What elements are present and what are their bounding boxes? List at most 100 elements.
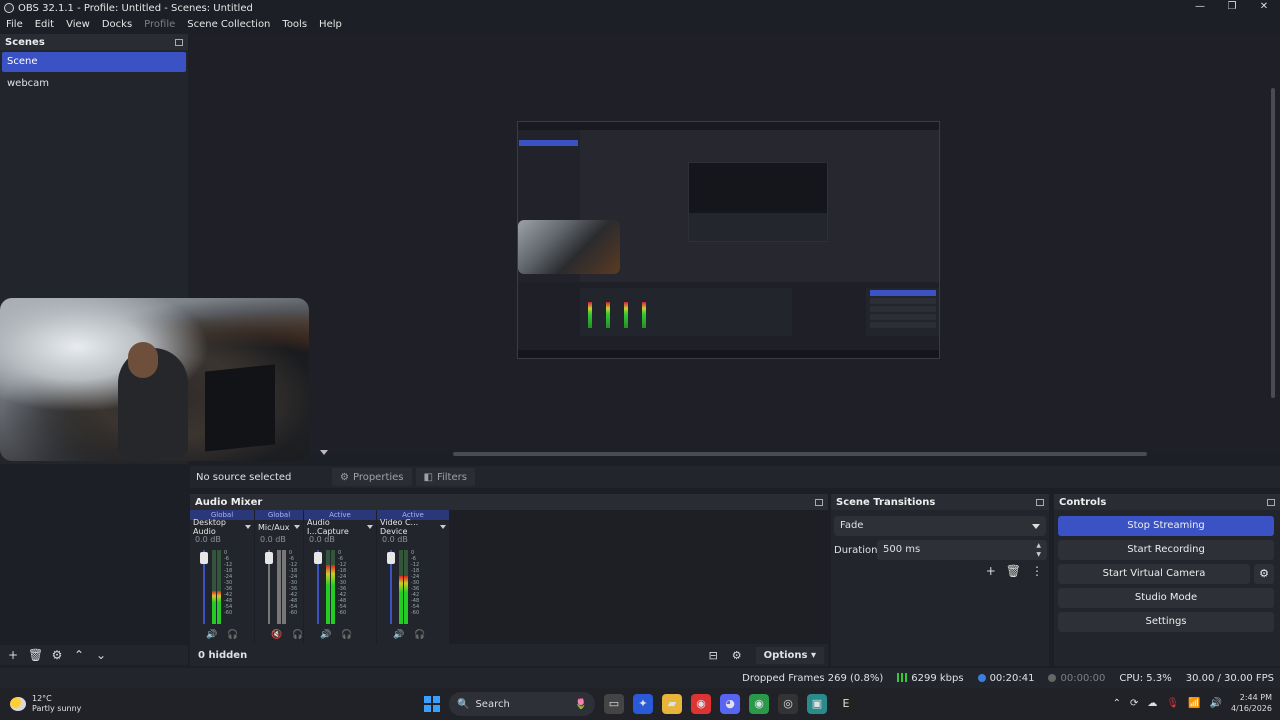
transition-select[interactable]: Fade <box>834 516 1046 536</box>
start-recording-button[interactable]: Start Recording <box>1058 540 1274 560</box>
filter-icon: ◧ <box>423 471 433 483</box>
menu-file[interactable]: File <box>0 19 29 30</box>
taskbar-search[interactable]: 🔍 Search 🌷 <box>449 692 595 716</box>
menu-profile[interactable]: Profile <box>138 19 181 30</box>
stop-streaming-button[interactable]: Stop Streaming <box>1058 516 1274 536</box>
recording-icon <box>1048 673 1057 682</box>
bitrate: 6299 kbps <box>897 672 964 684</box>
file-explorer-icon[interactable]: ▰ <box>662 694 682 714</box>
remove-transition-icon[interactable]: 🗑 <box>1006 564 1021 578</box>
filters-button[interactable]: ◧ Filters <box>415 468 475 486</box>
headphones-icon[interactable]: 🎧 <box>227 630 238 640</box>
window-controls: — ❐ ✕ <box>1184 0 1280 16</box>
channel-badge: Global <box>255 510 303 520</box>
dropped-frames: Dropped Frames 269 (0.8%) <box>742 672 884 684</box>
tray-expand-icon[interactable]: ⌃ <box>1113 698 1121 709</box>
studio-mode-button[interactable]: Studio Mode <box>1058 588 1274 608</box>
preview-canvas[interactable] <box>517 121 940 359</box>
volume-fader[interactable] <box>200 552 208 564</box>
layout-toggle-icon[interactable]: ⊟ <box>709 649 718 662</box>
wifi-icon[interactable]: 📶 <box>1188 698 1200 709</box>
cloud-icon[interactable]: ☁ <box>1147 698 1157 709</box>
menu-scene-collection[interactable]: Scene Collection <box>181 19 276 30</box>
scene-item-scene[interactable]: Scene <box>2 52 186 72</box>
menu-view[interactable]: View <box>60 19 96 30</box>
channel-name-dropdown[interactable]: Video C... Device <box>377 518 449 536</box>
scene-filters-icon[interactable]: ⚙ <box>50 648 64 662</box>
menu-docks[interactable]: Docks <box>96 19 138 30</box>
move-down-icon[interactable]: ⌄ <box>94 648 108 662</box>
sync-icon[interactable]: ⟳ <box>1130 698 1138 709</box>
advanced-audio-icon[interactable]: ⚙ <box>732 649 742 662</box>
channel-name-dropdown[interactable]: Mic/Aux <box>255 520 303 534</box>
settings-button[interactable]: Settings <box>1058 612 1274 632</box>
chrome-icon[interactable]: ◉ <box>691 694 711 714</box>
microphone-icon[interactable]: 🎙 <box>1166 698 1179 709</box>
signal-bars-icon <box>897 672 908 682</box>
webcam-monitor <box>205 364 275 452</box>
speaker-icon[interactable]: 🔊 <box>320 630 331 640</box>
windows-start-icon[interactable] <box>424 696 440 712</box>
minimize-icon[interactable]: — <box>1184 0 1216 16</box>
volume-fader[interactable] <box>314 552 322 564</box>
menu-edit[interactable]: Edit <box>29 19 60 30</box>
headphones-icon[interactable]: 🎧 <box>414 630 425 640</box>
headphones-icon[interactable]: 🎧 <box>341 630 352 640</box>
menu-tools[interactable]: Tools <box>276 19 313 30</box>
volume-icon[interactable]: 🔊 <box>1210 698 1222 709</box>
mixer-channel-mic-aux: Global Mic/Aux 0.0 dB 0 -6 -12 -18 -24 -30 -36… <box>255 510 303 644</box>
speaker-icon[interactable]: 🔊 <box>206 630 217 640</box>
weather-description: Partly sunny <box>32 704 82 713</box>
options-button[interactable]: Options ▾ <box>755 646 824 664</box>
no-source-label: No source selected <box>196 471 292 483</box>
discord-icon[interactable]: ◕ <box>720 694 740 714</box>
chrome-profile-icon[interactable]: ◉ <box>749 694 769 714</box>
system-clock[interactable]: 2:44 PM 4/16/2026 <box>1231 692 1272 714</box>
undock-icon[interactable] <box>175 38 183 46</box>
speaker-muted-icon[interactable]: 🔇 <box>271 630 282 640</box>
copilot-icon[interactable]: ✦ <box>633 694 653 714</box>
scenes-title: Scenes <box>5 36 45 48</box>
webcam-head <box>128 342 158 378</box>
start-virtual-camera-button[interactable]: Start Virtual Camera <box>1058 564 1250 584</box>
volume-fader[interactable] <box>265 552 273 564</box>
undock-icon[interactable] <box>1267 498 1275 506</box>
channel-name-dropdown[interactable]: Audio I...Capture <box>304 518 376 536</box>
scene-item-webcam[interactable]: webcam <box>2 74 186 94</box>
move-up-icon[interactable]: ⌃ <box>72 648 86 662</box>
task-view-icon[interactable]: ▭ <box>604 694 624 714</box>
undock-icon[interactable] <box>1036 498 1044 506</box>
obs-taskbar-icon[interactable]: ◎ <box>778 694 798 714</box>
controls-title: Controls <box>1059 496 1107 508</box>
spinner-icon[interactable]: ▲ ▼ <box>1036 541 1041 559</box>
epic-games-icon[interactable]: E <box>836 694 856 714</box>
transitions-header: Scene Transitions <box>831 494 1049 510</box>
volume-fader[interactable] <box>387 552 395 564</box>
preview-vertical-scrollbar[interactable] <box>1271 88 1275 398</box>
speaker-icon[interactable]: 🔊 <box>393 630 404 640</box>
mixer-footer: 0 hidden ⊟ ⚙ Options ▾ <box>190 644 828 666</box>
properties-button[interactable]: ⚙ Properties <box>332 468 412 486</box>
headphones-icon[interactable]: 🎧 <box>292 630 303 640</box>
app-icon[interactable]: ▣ <box>807 694 827 714</box>
weather-widget[interactable]: 12°C Partly sunny <box>10 694 81 714</box>
menu-help[interactable]: Help <box>313 19 348 30</box>
mixer-channel-video-capture: Active Video C... Device 0.0 dB 0 -6 -12 -1… <box>377 510 449 644</box>
undock-icon[interactable] <box>815 498 823 506</box>
collapse-arrow-icon[interactable] <box>320 450 328 455</box>
webcam-source[interactable] <box>0 298 309 461</box>
virtual-camera-settings-icon[interactable]: ⚙ <box>1254 564 1274 584</box>
more-options-icon[interactable]: ⋮ <box>1031 564 1043 578</box>
duration-input[interactable]: 500 ms ▲ ▼ <box>877 540 1047 560</box>
controls-header: Controls <box>1054 494 1280 510</box>
add-transition-icon[interactable]: + <box>986 564 996 578</box>
status-bar: Dropped Frames 269 (0.8%) 6299 kbps 00:2… <box>0 668 1280 688</box>
close-icon[interactable]: ✕ <box>1248 0 1280 16</box>
maximize-icon[interactable]: ❐ <box>1216 0 1248 16</box>
channel-name-dropdown[interactable]: Desktop Audio <box>190 518 254 536</box>
preview-horizontal-scrollbar[interactable] <box>453 452 1147 456</box>
chevron-down-icon <box>245 525 251 529</box>
remove-scene-icon[interactable]: 🗑 <box>28 648 43 662</box>
add-scene-icon[interactable]: + <box>6 648 20 662</box>
audio-mixer-dock: Audio Mixer Global Desktop Audio 0.0 dB … <box>190 494 828 666</box>
